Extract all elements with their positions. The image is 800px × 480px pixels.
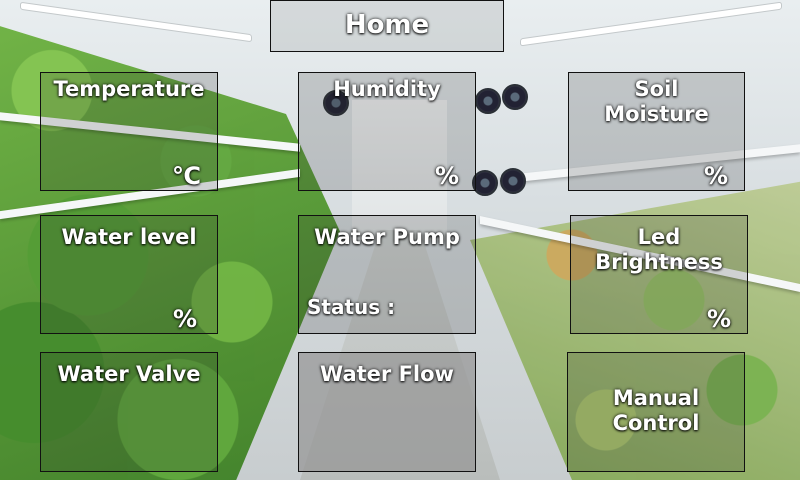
fan <box>500 168 526 194</box>
soil-moisture-tile[interactable]: Soil Moisture % <box>568 72 745 191</box>
led-brightness-title-line2: Brightness <box>595 250 723 274</box>
water-valve-tile[interactable]: Water Valve <box>40 352 218 472</box>
temperature-title: Temperature <box>53 77 205 101</box>
water-pump-status-label: Status : <box>307 295 396 319</box>
grow-lamp <box>520 1 782 47</box>
manual-control-title-line2: Control <box>612 411 700 435</box>
water-flow-tile[interactable]: Water Flow <box>298 352 476 472</box>
home-button[interactable]: Home <box>270 0 504 52</box>
soil-moisture-title: Soil Moisture <box>569 77 744 127</box>
temperature-tile[interactable]: Temperature ℃ <box>40 72 218 191</box>
humidity-title: Humidity <box>333 77 441 101</box>
water-pump-tile[interactable]: Water Pump Status : <box>298 215 476 334</box>
fan <box>475 88 501 114</box>
manual-control-title: Manual Control <box>568 386 744 436</box>
temperature-unit: ℃ <box>171 162 201 190</box>
humidity-tile[interactable]: Humidity % <box>298 72 476 191</box>
soil-moisture-title-line2: Moisture <box>604 102 709 126</box>
water-pump-title: Water Pump <box>314 225 460 249</box>
grow-lamp <box>20 1 252 43</box>
humidity-unit: % <box>434 162 459 190</box>
water-level-title: Water level <box>61 225 197 249</box>
led-brightness-title: Led Brightness <box>571 225 747 275</box>
led-brightness-unit: % <box>706 305 731 333</box>
manual-control-title-line1: Manual <box>612 386 700 410</box>
water-level-tile[interactable]: Water level % <box>40 215 218 334</box>
water-flow-title: Water Flow <box>320 362 454 386</box>
led-brightness-tile[interactable]: Led Brightness % <box>570 215 748 334</box>
manual-control-button[interactable]: Manual Control <box>567 352 745 472</box>
fan <box>502 84 528 110</box>
led-brightness-title-line1: Led <box>637 225 681 249</box>
soil-moisture-unit: % <box>703 162 728 190</box>
soil-moisture-title-line1: Soil <box>634 77 679 101</box>
water-level-unit: % <box>172 305 197 333</box>
water-valve-title: Water Valve <box>57 362 201 386</box>
